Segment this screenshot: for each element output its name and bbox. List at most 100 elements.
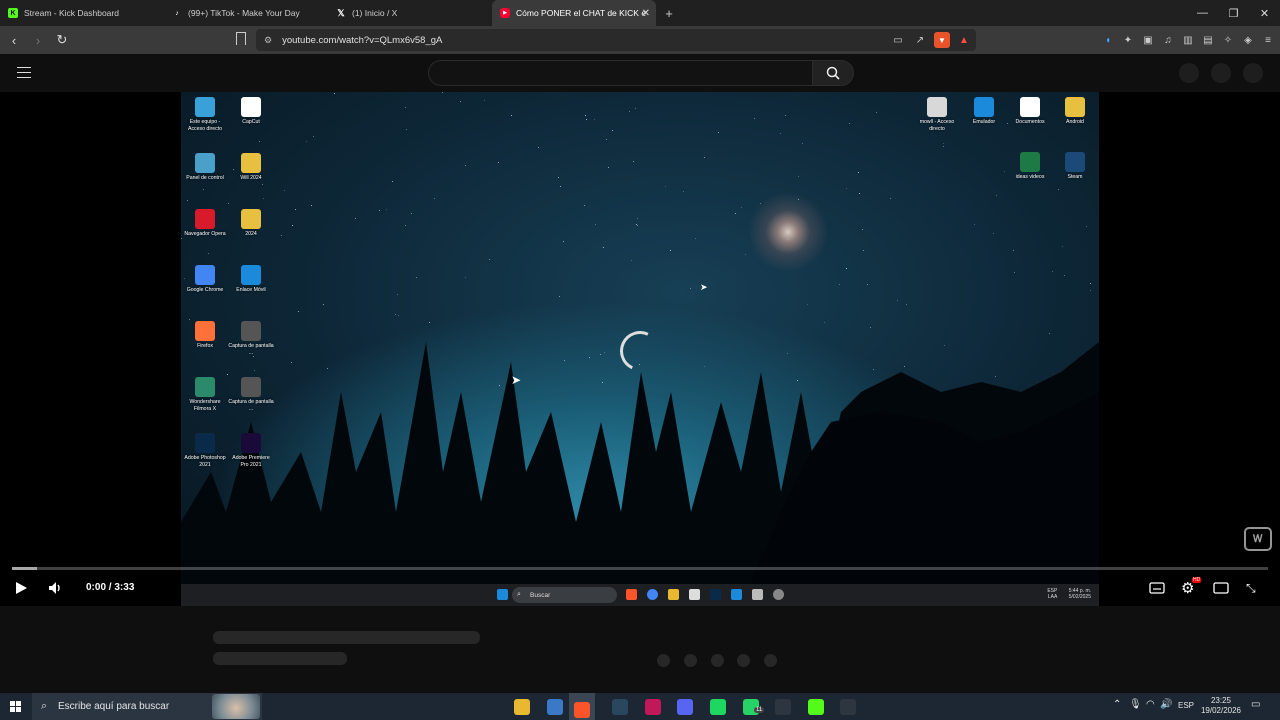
notifications-placeholder[interactable] [1211, 63, 1231, 83]
desktop-icon-label: CapCut [242, 119, 260, 125]
kick-icon: K [8, 8, 18, 18]
phone-link-icon [731, 589, 742, 600]
subtitles-button[interactable] [1149, 581, 1165, 595]
desktop-icon[interactable]: CapCut [228, 97, 274, 126]
youtube-header [0, 54, 1280, 92]
fullscreen-button[interactable]: ⤡ [1246, 581, 1256, 595]
tab-kick-dashboard[interactable]: K Stream - Kick Dashboard [0, 0, 164, 26]
search-input[interactable] [428, 60, 812, 86]
volume-tray-icon[interactable]: 🔊 [1160, 699, 1172, 710]
clock-app-icon[interactable] [775, 699, 791, 715]
site-info-icon[interactable]: ⚙ [264, 35, 272, 46]
app-v-icon[interactable] [645, 699, 661, 715]
desktop-icon[interactable]: Este equipo - Acceso directo [182, 97, 228, 132]
subtitles-icon [1149, 582, 1165, 594]
time-display: 0:00 / 3:33 [86, 582, 134, 593]
back-button[interactable]: ‹ [4, 33, 24, 48]
windows-start-button[interactable] [10, 701, 21, 712]
tab-tiktok[interactable]: ♪ (99+) TikTok - Make Your Day [164, 0, 328, 26]
steam-icon[interactable] [612, 699, 628, 715]
search-button[interactable] [812, 60, 854, 86]
spotify-icon[interactable] [710, 699, 726, 715]
tab-x[interactable]: 𝕏 (1) Inicio / X [328, 0, 492, 26]
create-button-placeholder[interactable] [1179, 63, 1199, 83]
close-tab-icon[interactable]: ✕ [642, 8, 650, 19]
search-highlight-image[interactable] [212, 694, 260, 719]
language-indicator[interactable]: ESP [1178, 701, 1194, 710]
reload-button[interactable]: ↻ [52, 32, 72, 48]
brave-rewards-icon[interactable]: ▲ [956, 32, 972, 48]
desktop-icon[interactable]: ideas videos [1007, 152, 1053, 181]
desktop-icon[interactable]: Wondershare Filmora X [182, 377, 228, 412]
skeleton-dot [737, 654, 750, 667]
avatar-placeholder[interactable] [1243, 63, 1263, 83]
kick-app-icon[interactable] [808, 699, 824, 715]
search-icon: ⌕ [517, 591, 521, 598]
desktop-icon[interactable]: Steam [1052, 152, 1098, 181]
capcut-app-icon[interactable] [840, 699, 856, 715]
restore-button[interactable]: ❐ [1218, 0, 1249, 26]
desktop-icon[interactable]: Captura de pantalla ... [228, 377, 274, 412]
desktop-icon[interactable]: Will 2024 [228, 153, 274, 182]
skeleton-dot [711, 654, 724, 667]
settings-app-icon[interactable] [547, 699, 563, 715]
microphone-icon[interactable]: 🎙 [1129, 699, 1142, 710]
share-icon[interactable]: ↗ [912, 32, 928, 48]
chevron-up-icon[interactable]: ⌃ [1113, 699, 1121, 710]
theater-mode-button[interactable] [1213, 581, 1229, 595]
desktop-icon[interactable]: Google Chrome [182, 265, 228, 294]
video-player[interactable]: ➤ ➤ Este equipo - Acceso directo CapCut Pa… [0, 92, 1280, 606]
network-icon[interactable]: ◠ [1146, 699, 1155, 710]
vpn-icon[interactable]: ◈ [1240, 30, 1256, 50]
notifications-icon[interactable]: ▭ [1251, 699, 1260, 710]
play-button[interactable] [14, 581, 28, 595]
desktop-icon[interactable]: Documentos [1007, 97, 1053, 126]
window-controls: — ❐ ✕ [1187, 0, 1280, 26]
desktop-icon[interactable]: Adobe Premiere Pro 2021 [228, 433, 274, 468]
extensions-icon[interactable]: ✦ [1120, 30, 1136, 50]
desktop-icon[interactable]: Captura de pantalla ... [228, 321, 274, 356]
premiere-icon [241, 433, 261, 453]
tab-youtube[interactable]: ▶ Cómo PONER el CHAT de KICK e ✕ [492, 0, 656, 26]
music-icon[interactable]: ♫ [1160, 30, 1176, 50]
desktop-icon[interactable]: Navegador Opera [182, 209, 228, 238]
close-window-button[interactable]: ✕ [1249, 0, 1280, 26]
hamburger-menu-icon[interactable] [17, 67, 31, 78]
menu-icon[interactable]: ≡ [1260, 30, 1276, 50]
desktop-icon[interactable]: Adobe Photoshop 2021 [182, 433, 228, 468]
opera-icon [195, 209, 215, 229]
screenshot-icon[interactable]: ▣ [1140, 30, 1156, 50]
phone-link-icon [241, 265, 261, 285]
desktop-icon[interactable]: Panel de control [182, 153, 228, 182]
new-tab-button[interactable]: + [656, 6, 682, 21]
play-icon [16, 582, 27, 594]
desktop-icon[interactable]: Firefox [182, 321, 228, 350]
desktop-icon[interactable]: 2024 [228, 209, 274, 238]
address-bar[interactable]: ⚙ youtube.com/watch?v=QLmx6v58_gA ▭ ↗ ▼ … [256, 29, 976, 51]
desktop-icon[interactable]: Enlace Móvil [228, 265, 274, 294]
desktop-icon[interactable]: Emulador [961, 97, 1007, 126]
taskbar-clock[interactable]: 23:25 19/02/2026 [1198, 696, 1244, 716]
cast-icon[interactable]: ▭ [890, 32, 906, 48]
brave-shield-icon[interactable]: ▼ [934, 32, 950, 48]
title-skeleton [213, 631, 480, 644]
volume-button[interactable] [47, 581, 63, 595]
desktop-icon[interactable]: mowll - Acceso directo [914, 97, 960, 132]
wallet-icon[interactable]: ▤ [1200, 30, 1216, 50]
brave-icon[interactable] [569, 693, 595, 720]
settings-button[interactable]: ⚙ HD [1181, 577, 1202, 597]
file-explorer-icon[interactable] [514, 699, 530, 715]
desktop-icon[interactable]: Android [1052, 97, 1098, 126]
desktop-icon-label: Captura de pantalla ... [228, 343, 274, 356]
read-aloud-icon[interactable]: ◖ [1100, 30, 1116, 50]
forward-button[interactable]: › [28, 33, 48, 48]
discord-icon[interactable] [677, 699, 693, 715]
minimize-button[interactable]: — [1187, 0, 1218, 26]
capcut-icon [241, 97, 261, 117]
progress-bar[interactable] [12, 567, 1268, 570]
bookmark-icon[interactable] [236, 32, 246, 45]
channel-watermark-icon[interactable]: Ꮃ [1244, 527, 1272, 551]
sidebar-icon[interactable]: ▥ [1180, 30, 1196, 50]
image-icon [752, 589, 763, 600]
leo-ai-icon[interactable]: ✧ [1220, 30, 1236, 50]
